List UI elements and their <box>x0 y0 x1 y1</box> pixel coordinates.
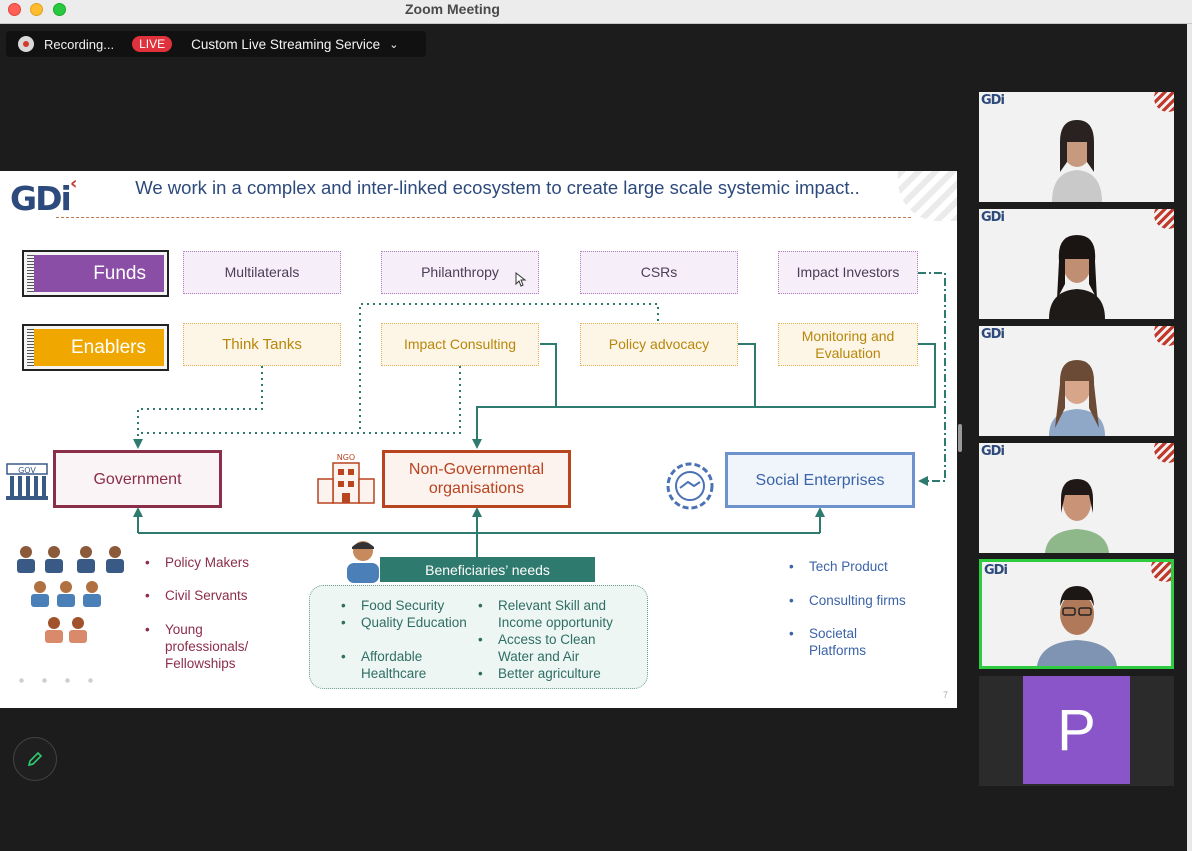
social-enterprises-box: Social Enterprises <box>725 452 915 508</box>
window-right-edge <box>1187 24 1192 851</box>
fund-box-impact-investors: Impact Investors <box>778 251 918 294</box>
gov-bullet: • Policy Makers <box>145 555 250 570</box>
zoom-window: Zoom Meeting Recording... LIVE Custom Li… <box>0 0 1192 851</box>
participant-video-tile[interactable]: GDi <box>979 209 1174 319</box>
record-icon <box>18 36 34 52</box>
enablers-label: Enablers <box>22 324 169 371</box>
enablers-label-text: Enablers <box>34 329 164 366</box>
gov-icon-text: GOV <box>18 466 36 475</box>
fund-box-multilaterals: Multilaterals <box>183 251 341 294</box>
enabler-box-policy-advocacy: Policy advocacy <box>580 323 738 366</box>
need-text: Relevant Skill and Income opportunity <box>498 598 613 630</box>
need-text: Affordable Healthcare <box>361 649 427 681</box>
enabler-box-monitoring: Monitoring and Evaluation <box>778 323 918 366</box>
annotate-pencil-button[interactable] <box>13 737 57 781</box>
tile-logo: GDi <box>981 210 1005 225</box>
tile-corner-decoration <box>1154 443 1174 463</box>
slide-page-number: 7 <box>942 690 948 700</box>
social-bullet-text: Consulting firms <box>809 593 906 608</box>
decorative-dots <box>10 669 110 701</box>
participant-video-tile[interactable]: GDi <box>979 443 1174 553</box>
beneficiary-person-icon <box>344 539 384 588</box>
ngo-box: Non-Governmental organisations <box>382 450 571 508</box>
need-item: • Food Security <box>341 598 445 613</box>
gov-bullet-text: Young professionals/ Fellowships <box>165 622 249 671</box>
gov-bullet-text: Civil Servants <box>165 588 248 603</box>
panel-resize-handle[interactable] <box>958 424 962 452</box>
stream-service-label[interactable]: Custom Live Streaming Service <box>191 37 380 52</box>
title-bar: Zoom Meeting <box>0 0 1192 24</box>
fund-box-csrs: CSRs <box>580 251 738 294</box>
need-text: Access to Clean Water and Air <box>498 632 596 664</box>
government-building-icon: GOV <box>4 458 50 507</box>
need-text: Food Security <box>361 598 445 613</box>
need-item: • Relevant Skill and Income opportunity <box>478 598 613 630</box>
need-item: • Quality Education <box>341 615 467 630</box>
need-text: Quality Education <box>361 615 467 630</box>
social-bullet-text: Tech Product <box>809 559 888 574</box>
participant-silhouette <box>1051 120 1102 202</box>
window-title: Zoom Meeting <box>405 1 500 17</box>
shared-slide: GDi ‹ We work in a complex and inter-link… <box>0 171 957 708</box>
social-bullet-text: Societal Platforms <box>809 626 867 658</box>
participant-silhouette <box>1048 235 1105 319</box>
tile-corner-decoration <box>1154 92 1174 112</box>
live-badge: LIVE <box>132 36 173 52</box>
gov-bullet: • Young professionals/ Fellowships <box>145 622 249 671</box>
handshake-gear-icon <box>662 458 720 521</box>
participant-silhouette <box>1048 360 1105 436</box>
gov-bullet-text: Policy Makers <box>165 555 250 570</box>
participant-avatar: P <box>1023 676 1130 784</box>
need-item: • Access to Clean Water and Air <box>478 632 596 664</box>
participant-silhouette <box>1036 586 1117 666</box>
participant-video-tile[interactable]: GDi <box>979 326 1174 436</box>
tile-corner-decoration <box>1154 326 1174 346</box>
enabler-box-impact-consulting: Impact Consulting <box>381 323 539 366</box>
ngo-building-icon: NGO <box>316 451 376 512</box>
beneficiaries-header: Beneficiaries’ needs <box>380 557 595 582</box>
need-text: Better agriculture <box>498 666 601 681</box>
government-box: Government <box>53 450 222 508</box>
participant-video-tile[interactable]: GDi <box>979 92 1174 202</box>
funds-label-text: Funds <box>34 255 164 292</box>
tile-logo: GDi <box>981 93 1005 108</box>
tile-logo: GDi <box>984 563 1008 578</box>
chevron-down-icon[interactable]: ⌄ <box>389 38 398 51</box>
social-bullet: • Consulting firms <box>789 593 906 608</box>
need-item: • Better agriculture <box>478 666 601 681</box>
participant-avatar-tile[interactable]: P <box>979 676 1174 786</box>
people-icon <box>12 544 132 651</box>
social-bullet: • Tech Product <box>789 559 888 574</box>
need-item: • Affordable Healthcare <box>341 649 427 681</box>
gov-bullet: • Civil Servants <box>145 588 248 603</box>
ngo-icon-text: NGO <box>337 453 355 462</box>
beneficiaries-needs-box: • Food Security • Quality Education • Affor… <box>309 585 648 689</box>
tile-logo: GDi <box>981 327 1005 342</box>
active-speaker-video-tile[interactable]: GDi <box>979 559 1174 669</box>
funds-label: Funds <box>22 250 169 297</box>
tile-logo: GDi <box>981 444 1005 459</box>
recording-bar[interactable]: Recording... LIVE Custom Live Streaming … <box>6 31 426 57</box>
social-bullet: • Societal Platforms <box>789 626 867 658</box>
pencil-icon <box>27 751 43 767</box>
participant-silhouette <box>1044 479 1109 553</box>
tile-corner-decoration <box>1154 209 1174 229</box>
enabler-box-think-tanks: Think Tanks <box>183 323 341 366</box>
tile-corner-decoration <box>1151 562 1171 582</box>
recording-status: Recording... <box>44 36 115 52</box>
